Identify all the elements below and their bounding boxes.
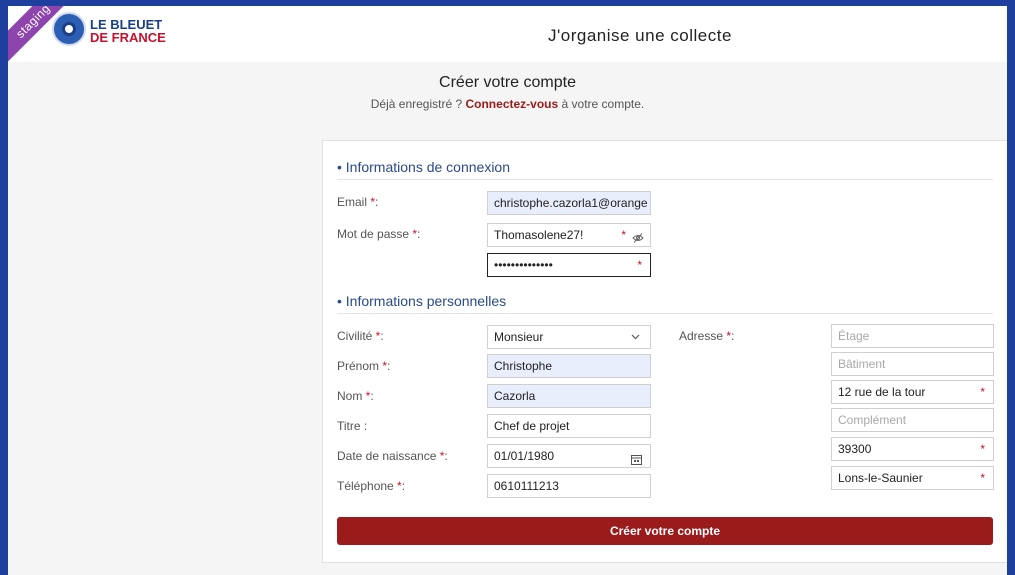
page-title: Créer votre compte: [439, 74, 576, 91]
login-link[interactable]: Connectez-vous: [465, 97, 558, 111]
address-city-input[interactable]: Lons-le-Saunier *: [831, 466, 994, 490]
city-value: Lons-le-Saunier: [838, 471, 923, 485]
password-input[interactable]: Thomasolene27! *: [487, 223, 651, 247]
address-label: Adresse *:: [679, 329, 735, 343]
civility-select[interactable]: Monsieur: [487, 325, 651, 349]
title-input[interactable]: Chef de projet: [487, 414, 651, 438]
calendar-icon[interactable]: [631, 450, 642, 467]
city-required-mark: *: [980, 471, 985, 485]
login-hint: Déjà enregistré ? Connectez-vous à votre…: [8, 97, 1007, 111]
title-label: Titre :: [337, 419, 368, 433]
login-hint-suffix: à votre compte.: [558, 97, 645, 111]
address-street-input[interactable]: 12 rue de la tour *: [831, 380, 994, 404]
birthdate-value: 01/01/1980: [494, 449, 555, 463]
page-header-title: J'organise une collecte: [548, 26, 732, 45]
address-zip-input[interactable]: 39300 *: [831, 437, 994, 461]
address-floor-input[interactable]: Étage: [831, 324, 994, 348]
eye-off-icon[interactable]: [632, 229, 644, 246]
section-login-title: • Informations de connexion: [337, 159, 993, 180]
zip-required-mark: *: [980, 442, 985, 456]
phone-input[interactable]: 0610111213: [487, 474, 651, 498]
bleuet-logo[interactable]: [52, 12, 86, 46]
email-input[interactable]: christophe.cazorla1@orange: [487, 191, 651, 215]
civility-value: Monsieur: [494, 330, 544, 344]
lastname-label: Nom *:: [337, 389, 374, 403]
password-value: Thomasolene27!: [494, 228, 584, 242]
address-complement-input[interactable]: Complément: [831, 408, 994, 432]
zip-value: 39300: [838, 442, 872, 456]
logo-flower-icon: [62, 22, 76, 36]
password-confirm-input[interactable]: •••••••••••••• *: [487, 253, 651, 277]
chevron-down-icon: [631, 326, 640, 348]
password-label: Mot de passe *:: [337, 227, 421, 241]
create-account-button[interactable]: Créer votre compte: [337, 517, 993, 545]
birthdate-label: Date de naissance *:: [337, 449, 448, 463]
firstname-label: Prénom *:: [337, 359, 391, 373]
app-frame: staging LE BLEUET DE FRANCE J'organise u…: [8, 6, 1007, 575]
password-confirm-value: ••••••••••••••: [494, 258, 553, 272]
street-required-mark: *: [980, 385, 985, 399]
confirm-required-mark: *: [637, 258, 642, 272]
section-personal-title: • Informations personnelles: [337, 293, 993, 314]
email-label: Email *:: [337, 195, 379, 209]
phone-label: Téléphone *:: [337, 479, 406, 493]
header: staging LE BLEUET DE FRANCE J'organise u…: [8, 6, 1007, 68]
street-value: 12 rue de la tour: [838, 385, 926, 399]
firstname-input[interactable]: Christophe: [487, 354, 651, 378]
civility-label: Civilité *:: [337, 329, 384, 343]
address-building-input[interactable]: Bâtiment: [831, 352, 994, 376]
password-required-mark: *: [621, 228, 626, 242]
lastname-input[interactable]: Cazorla: [487, 384, 651, 408]
birthdate-input[interactable]: 01/01/1980: [487, 444, 651, 468]
signup-form: • Informations de connexion Email *: chr…: [322, 140, 1007, 563]
brand-name-line2: DE FRANCE: [90, 30, 166, 45]
login-hint-prefix: Déjà enregistré ?: [370, 97, 466, 111]
